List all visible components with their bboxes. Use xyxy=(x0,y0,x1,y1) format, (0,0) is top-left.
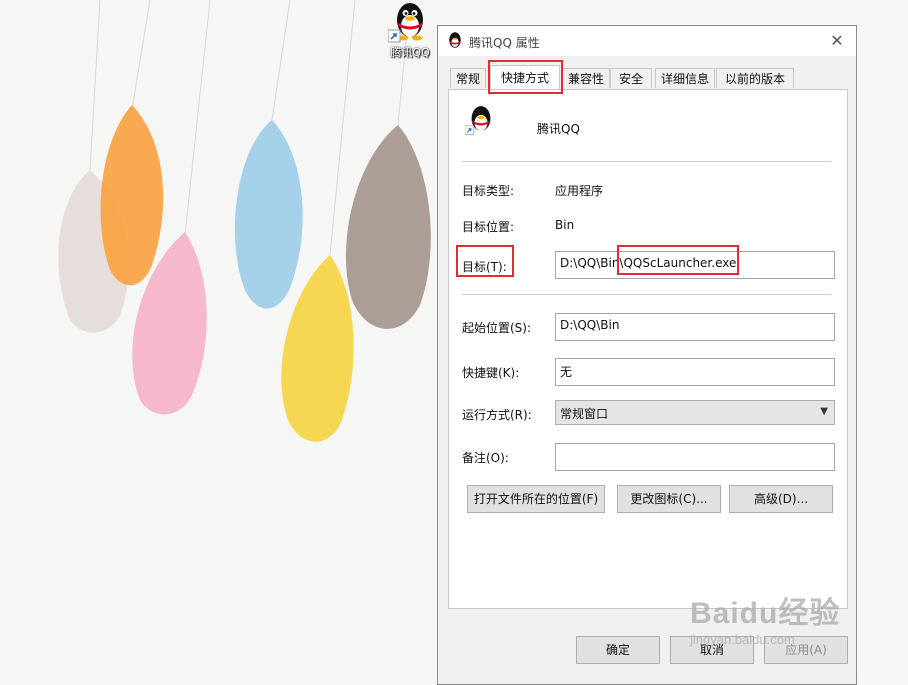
start-in-field[interactable]: D:\QQ\Bin xyxy=(555,313,835,341)
comment-label: 备注(O): xyxy=(462,451,509,465)
hotkey-field[interactable]: 无 xyxy=(555,358,835,386)
tab-security[interactable]: 安全 xyxy=(610,68,652,88)
ok-button[interactable]: 确定 xyxy=(576,636,660,664)
target-location-label: 目标位置: xyxy=(462,220,515,234)
change-icon-button[interactable]: 更改图标(C)... xyxy=(617,485,721,513)
window-title: 腾讯QQ 属性 xyxy=(469,36,540,50)
title-bar[interactable]: 腾讯QQ 属性 ✕ xyxy=(438,26,856,56)
comment-field[interactable] xyxy=(555,443,835,471)
watermark-url: jingyan.baidu.com xyxy=(690,632,795,647)
qq-penguin-icon xyxy=(449,32,461,48)
start-in-label: 起始位置(S): xyxy=(462,321,532,335)
divider xyxy=(461,294,831,295)
target-type-value: 应用程序 xyxy=(555,184,604,198)
properties-dialog: 腾讯QQ 属性 ✕ 常规 快捷方式 兼容性 安全 详细信息 以前的版本 腾讯QQ… xyxy=(437,25,857,685)
shortcut-name: 腾讯QQ xyxy=(537,122,580,136)
target-path-prefix: D:\QQ\Bin\ xyxy=(560,256,624,270)
qq-penguin-icon xyxy=(388,3,423,43)
tab-general[interactable]: 常规 xyxy=(450,68,486,88)
tab-shortcut[interactable]: 快捷方式 xyxy=(490,65,560,89)
highlight-target-label xyxy=(456,245,514,277)
advanced-button[interactable]: 高级(D)... xyxy=(729,485,833,513)
watermark-brand: Baidu经验 xyxy=(690,597,841,630)
tab-details[interactable]: 详细信息 xyxy=(655,68,715,88)
desktop-icon-label: 腾讯QQ xyxy=(390,46,430,59)
highlight-target-file xyxy=(617,245,739,275)
chevron-down-icon: ▼ xyxy=(820,406,828,417)
run-select-value: 常规窗口 xyxy=(560,407,609,421)
qq-shortcut-icon xyxy=(465,106,491,135)
divider xyxy=(461,161,831,162)
tab-previous-versions[interactable]: 以前的版本 xyxy=(716,68,794,88)
close-icon[interactable]: ✕ xyxy=(826,30,848,52)
run-select[interactable]: 常规窗口 ▼ xyxy=(555,400,835,425)
run-label: 运行方式(R): xyxy=(462,408,532,422)
hotkey-label: 快捷键(K): xyxy=(462,366,520,380)
shortcut-tab-panel: 腾讯QQ 目标类型: 应用程序 目标位置: Bin 目标(T): D:\QQ\B… xyxy=(448,89,848,609)
target-type-label: 目标类型: xyxy=(462,184,515,198)
target-location-value: Bin xyxy=(555,218,575,232)
desktop-qq-shortcut[interactable]: 腾讯QQ xyxy=(382,0,438,62)
open-file-location-button[interactable]: 打开文件所在的位置(F) xyxy=(467,485,605,513)
baidu-watermark: Baidu经验 jingyan.baidu.com xyxy=(690,588,840,647)
tab-compatibility[interactable]: 兼容性 xyxy=(562,68,610,88)
